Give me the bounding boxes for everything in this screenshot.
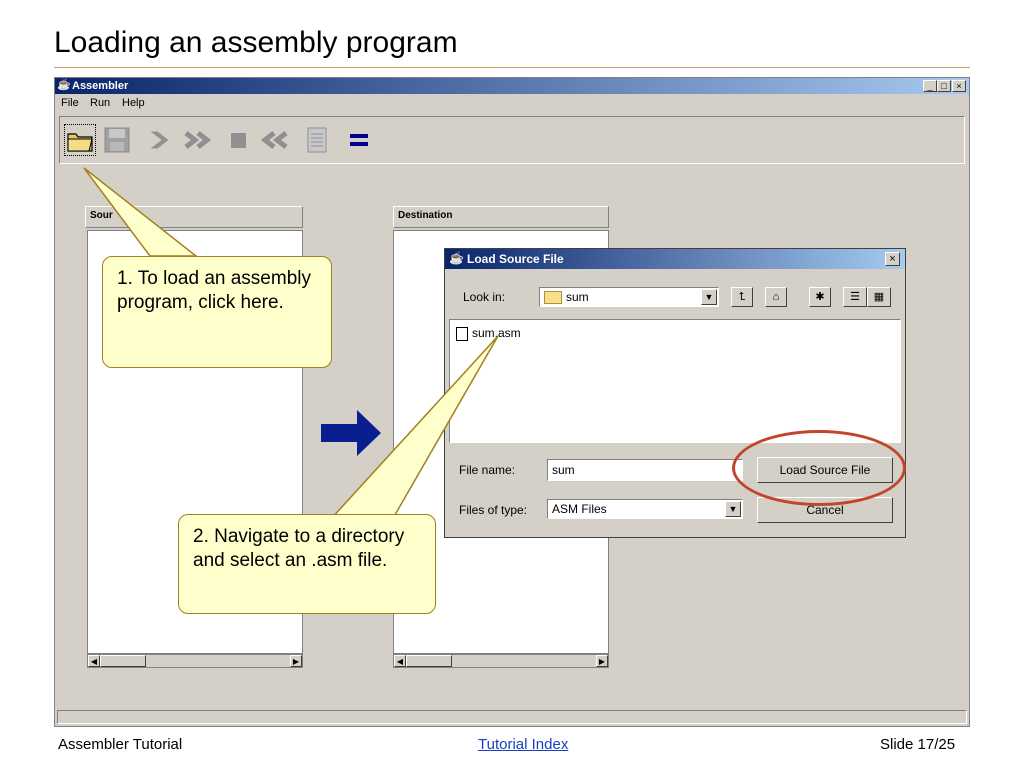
callout-two-pointer [328, 335, 499, 521]
callout-two: 2. Navigate to a directory and select an… [178, 514, 436, 614]
callout-one-pointer [83, 167, 199, 257]
tutorial-index-link[interactable]: Tutorial Index [478, 736, 568, 753]
callout-pointers [83, 167, 499, 521]
footer-title: Assembler Tutorial [58, 736, 183, 753]
slide-number: Slide 17/25 [880, 736, 956, 753]
callout-one: 1. To load an assembly program, click he… [102, 256, 332, 368]
